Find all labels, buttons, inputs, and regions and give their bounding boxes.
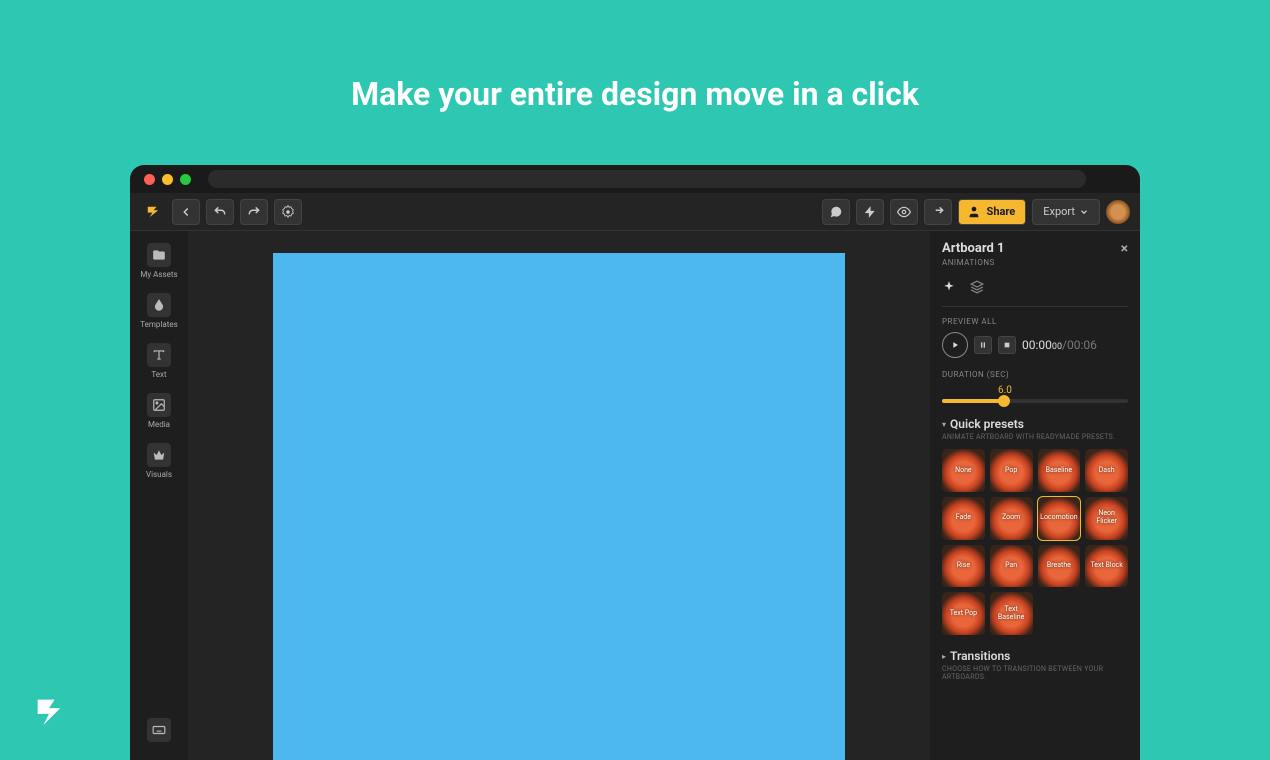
browser-url-bar[interactable]	[208, 170, 1086, 188]
preset-neon-flicker[interactable]: Neon Flicker	[1085, 497, 1128, 540]
window-maximize-icon[interactable]	[180, 174, 191, 185]
app-logo-icon[interactable]	[140, 199, 166, 225]
preset-rise[interactable]: Rise	[942, 545, 985, 588]
settings-button[interactable]	[274, 199, 302, 225]
redo-button[interactable]	[240, 199, 268, 225]
preset-none[interactable]: None	[942, 449, 985, 492]
text-icon	[147, 343, 171, 367]
quick-presets-title: Quick presets	[950, 417, 1024, 431]
preview-label: PREVIEW ALL	[942, 317, 1128, 326]
preset-baseline[interactable]: Baseline	[1038, 449, 1081, 492]
bolt-button[interactable]	[856, 199, 884, 225]
left-sidebar: My Assets Templates Text Media Visuals	[130, 231, 188, 760]
preset-label: Rise	[955, 562, 972, 570]
preset-label: Text Pop	[948, 610, 979, 618]
brand-logo-icon	[32, 694, 66, 732]
preset-breathe[interactable]: Breathe	[1038, 545, 1081, 588]
close-panel-button[interactable]: ×	[1121, 241, 1128, 257]
stop-button[interactable]	[998, 336, 1016, 354]
preset-label: Text Baseline	[990, 606, 1033, 621]
panel-tabs	[942, 275, 1128, 307]
panel-subtitle: ANIMATIONS	[942, 258, 1004, 267]
export-button[interactable]: Export	[1032, 199, 1100, 225]
window-minimize-icon[interactable]	[162, 174, 173, 185]
preview-button[interactable]	[890, 199, 918, 225]
keyboard-icon[interactable]	[147, 718, 171, 742]
preset-label: Locomotion	[1038, 514, 1079, 522]
sidebar-item-label: My Assets	[140, 270, 177, 279]
undo-button[interactable]	[206, 199, 234, 225]
crown-icon	[147, 443, 171, 467]
pause-button[interactable]	[974, 336, 992, 354]
hero-title: Make your entire design move in a click	[0, 0, 1270, 113]
sidebar-item-label: Visuals	[146, 470, 172, 479]
duration-value: 6.0	[998, 385, 1128, 396]
preset-label: Fade	[954, 514, 973, 522]
quick-presets-desc: ANIMATE ARTBOARD WITH READYMADE PRESETS.	[942, 433, 1128, 441]
sidebar-item-assets[interactable]: My Assets	[140, 239, 177, 283]
preset-text-block[interactable]: Text Block	[1085, 545, 1128, 588]
export-label: Export	[1043, 205, 1075, 218]
sidebar-item-label: Text	[151, 370, 166, 379]
droplet-icon	[147, 293, 171, 317]
window-title-bar	[130, 165, 1140, 193]
panel-title: Artboard 1	[942, 241, 1004, 256]
sidebar-item-label: Media	[148, 420, 170, 429]
duration-slider[interactable]	[942, 399, 1128, 403]
preset-zoom[interactable]: Zoom	[990, 497, 1033, 540]
preset-text-baseline[interactable]: Text Baseline	[990, 592, 1033, 635]
image-icon	[147, 393, 171, 417]
sidebar-item-label: Templates	[140, 320, 177, 329]
sidebar-item-templates[interactable]: Templates	[140, 289, 177, 333]
share-button[interactable]: Share	[958, 199, 1027, 225]
preset-label: Pan	[1003, 562, 1019, 570]
preset-label: None	[953, 467, 974, 475]
preset-fade[interactable]: Fade	[942, 497, 985, 540]
preset-text-pop[interactable]: Text Pop	[942, 592, 985, 635]
preset-label: Breathe	[1045, 562, 1073, 570]
tab-magic[interactable]	[942, 279, 956, 298]
preset-pop[interactable]: Pop	[990, 449, 1033, 492]
preset-label: Zoom	[1000, 514, 1022, 522]
play-button[interactable]	[942, 332, 968, 358]
animations-panel: Artboard 1 ANIMATIONS × PREVIEW ALL 00:0…	[930, 231, 1140, 760]
preset-label: Neon Flicker	[1085, 510, 1128, 525]
back-button[interactable]	[172, 199, 200, 225]
user-avatar[interactable]	[1106, 200, 1130, 224]
sidebar-item-visuals[interactable]: Visuals	[146, 439, 172, 483]
transitions-desc: CHOOSE HOW TO TRANSITION BETWEEN YOUR AR…	[942, 665, 1128, 681]
app-window: Share Export My Assets Templates Text	[130, 165, 1140, 760]
preset-grid: None Pop Baseline Dash Fade Zoom Locomotion Neo…	[942, 449, 1128, 635]
preset-label: Text Block	[1088, 562, 1124, 570]
slider-thumb[interactable]	[998, 395, 1010, 407]
chevron-down-icon: ▾	[942, 420, 946, 429]
sidebar-item-text[interactable]: Text	[147, 339, 171, 383]
preset-pan[interactable]: Pan	[990, 545, 1033, 588]
folder-icon	[147, 243, 171, 267]
preset-dash[interactable]: Dash	[1085, 449, 1128, 492]
app-toolbar: Share Export	[130, 193, 1140, 231]
transitions-title: Transitions	[950, 649, 1010, 663]
canvas-area[interactable]	[188, 231, 930, 760]
share-label: Share	[987, 205, 1016, 218]
window-close-icon[interactable]	[144, 174, 155, 185]
forward-button[interactable]	[924, 199, 952, 225]
tab-layers[interactable]	[970, 279, 984, 298]
quick-presets-header[interactable]: ▾ Quick presets	[942, 417, 1128, 431]
preset-locomotion[interactable]: Locomotion	[1038, 497, 1081, 540]
preset-label: Dash	[1097, 467, 1117, 475]
comments-button[interactable]	[822, 199, 850, 225]
preset-label: Pop	[1003, 467, 1019, 475]
sidebar-item-media[interactable]: Media	[147, 389, 171, 433]
preset-label: Baseline	[1044, 467, 1074, 475]
duration-label: DURATION (SEC)	[942, 370, 1128, 379]
time-display: 00:0000/00:06	[1022, 338, 1097, 352]
transitions-header[interactable]: ▸ Transitions	[942, 649, 1128, 663]
chevron-right-icon: ▸	[942, 652, 946, 661]
playback-controls: 00:0000/00:06	[942, 332, 1128, 358]
artboard[interactable]	[273, 253, 845, 760]
